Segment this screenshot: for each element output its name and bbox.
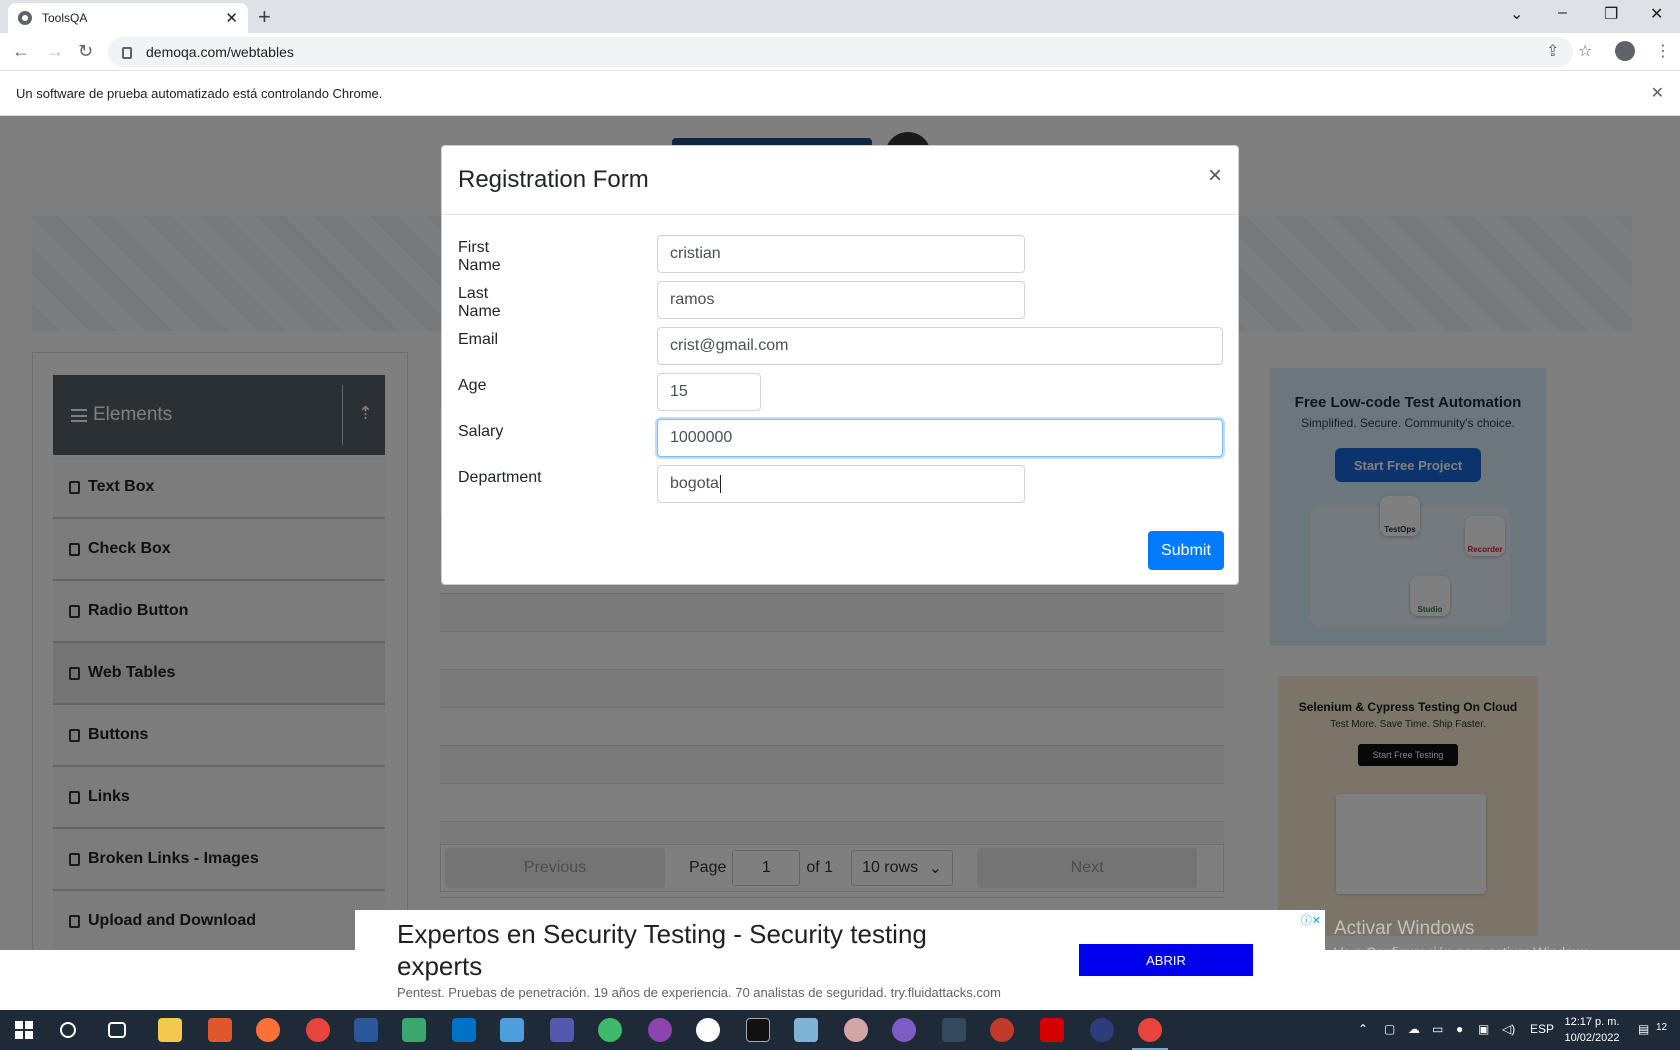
notifications-icon[interactable]: ▤ (1638, 1022, 1649, 1036)
watermark-title: Activar Windows (1334, 918, 1475, 939)
first-name-label: First Name (458, 239, 501, 274)
submit-button[interactable]: Submit (1148, 531, 1224, 570)
teams-icon[interactable] (550, 1018, 574, 1042)
toolbar: ← → ↻ demoqa.com/webtables ⇪ ☆ ⋮ (0, 33, 1680, 71)
close-tab-icon[interactable]: ✕ (225, 9, 238, 27)
acrobat-icon[interactable] (1040, 1018, 1064, 1042)
tray-chevron-up-icon[interactable]: ⌃ (1358, 1022, 1368, 1036)
tray-app-icon[interactable]: ▢ (1384, 1022, 1395, 1036)
watermark-subtitle: Ve a Configuración para activar Windows. (1334, 944, 1594, 960)
modal-title: Registration Form (458, 166, 649, 193)
share-icon[interactable]: ⇪ (1546, 41, 1559, 61)
url-text: demoqa.com/webtables (146, 44, 294, 60)
installer-icon[interactable] (942, 1018, 966, 1042)
windows-activation-watermark: Activar Windows Ve a Configuración para … (1334, 918, 1594, 960)
infobar-close-icon[interactable]: ✕ (1651, 83, 1664, 103)
chrome-canary-icon[interactable] (306, 1018, 330, 1042)
forward-icon[interactable]: → (46, 41, 64, 62)
microphone-icon[interactable]: ● (1456, 1022, 1463, 1036)
profile-avatar-icon[interactable] (1615, 41, 1635, 61)
registration-form-modal: Registration Form × First Name cristian … (441, 145, 1239, 585)
eclipse-icon[interactable] (892, 1018, 916, 1042)
text-caret (719, 475, 721, 493)
podcast-icon[interactable] (648, 1018, 672, 1042)
email-label: Email (458, 331, 499, 348)
department-value: bogota (670, 475, 719, 492)
email-input[interactable]: crist@gmail.com (657, 327, 1223, 365)
address-bar[interactable]: demoqa.com/webtables (108, 37, 1573, 67)
file-explorer-icon[interactable] (158, 1018, 182, 1042)
bookmark-star-icon[interactable]: ☆ (1578, 41, 1592, 61)
age-label: Age (458, 377, 487, 394)
tab-strip: ToolsQA ✕ + ⌄ – ❐ ✕ (0, 0, 1680, 33)
globe-icon (18, 11, 32, 25)
files-icon[interactable] (500, 1018, 524, 1042)
tray-display-icon[interactable]: ▭ (1432, 1022, 1443, 1036)
new-tab-icon[interactable]: + (258, 4, 271, 30)
tab-title: ToolsQA (42, 11, 88, 25)
salary-input[interactable]: 1000000 (657, 419, 1223, 457)
lock-icon (122, 47, 132, 59)
last-name-label: Last Name (458, 285, 501, 320)
minimize-icon[interactable]: – (1558, 4, 1567, 22)
language-indicator[interactable]: ESP (1530, 1022, 1554, 1036)
terminal-icon[interactable] (746, 1018, 770, 1042)
age-value: 15 (670, 383, 688, 400)
salary-label: Salary (458, 423, 504, 440)
network-icon[interactable]: ▣ (1478, 1022, 1489, 1036)
word-icon[interactable] (354, 1018, 378, 1042)
back-icon[interactable]: ← (12, 41, 30, 62)
outlook-icon[interactable] (452, 1018, 476, 1042)
notes-icon[interactable] (794, 1018, 818, 1042)
ide-icon[interactable] (1090, 1018, 1114, 1042)
project-icon[interactable] (402, 1018, 426, 1042)
notification-count: 12 (1656, 1022, 1668, 1033)
age-input[interactable]: 15 (657, 373, 761, 411)
first-name-value: cristian (670, 245, 721, 262)
reload-icon[interactable]: ↻ (78, 41, 93, 62)
automation-infobar: Un software de prueba automatizado está … (0, 71, 1680, 116)
taskbar-clock[interactable]: 12:17 p. m. 10/02/2022 (1560, 1014, 1624, 1046)
globe-app-icon[interactable] (598, 1018, 622, 1042)
paint-icon[interactable] (844, 1018, 868, 1042)
office-icon[interactable] (208, 1018, 232, 1042)
volume-icon[interactable]: ◁) (1502, 1022, 1515, 1036)
chrome-icon[interactable] (1132, 1018, 1168, 1050)
clock-time: 12:17 p. m. (1564, 1016, 1620, 1028)
close-icon[interactable]: × (1208, 164, 1222, 188)
last-name-value: ramos (670, 291, 715, 308)
windows-taskbar: ⌃ ▢ ☁ ▭ ● ▣ ◁) ESP 12:17 p. m. 10/02/202… (0, 1010, 1680, 1050)
salary-value: 1000000 (670, 429, 733, 446)
restore-icon[interactable]: ❐ (1604, 4, 1618, 24)
browser-tab[interactable]: ToolsQA ✕ (8, 3, 248, 33)
close-window-icon[interactable]: ✕ (1650, 4, 1663, 24)
infobar-text: Un software de prueba automatizado está … (16, 85, 383, 101)
department-label: Department (458, 469, 542, 486)
task-view-icon[interactable] (108, 1022, 126, 1038)
tab-search-icon[interactable]: ⌄ (1510, 4, 1523, 24)
ad-description: Pentest. Pruebas de penetración. 19 años… (397, 985, 1001, 1000)
first-name-input[interactable]: cristian (657, 235, 1025, 273)
bottom-ad-banner[interactable]: Expertos en Security Testing - Security … (355, 910, 1325, 1010)
tool-icon[interactable] (990, 1018, 1014, 1042)
ad-headline: Expertos en Security Testing - Security … (397, 919, 927, 981)
adchoices-icon[interactable]: ⓘ✕ (1301, 912, 1321, 928)
open-ad-button[interactable]: ABRIR (1079, 944, 1253, 976)
modal-header: Registration Form × (442, 146, 1238, 215)
windows-start-icon[interactable] (15, 1021, 33, 1039)
tray-cloud-icon[interactable]: ☁ (1408, 1022, 1420, 1036)
clock-date: 10/02/2022 (1564, 1032, 1620, 1044)
firefox-icon[interactable] (256, 1018, 280, 1042)
app-w-icon[interactable] (696, 1018, 720, 1042)
department-input[interactable]: bogota (657, 465, 1025, 503)
menu-kebab-icon[interactable]: ⋮ (1655, 41, 1671, 61)
search-icon[interactable] (60, 1022, 76, 1038)
email-value: crist@gmail.com (670, 337, 789, 354)
last-name-input[interactable]: ramos (657, 281, 1025, 319)
